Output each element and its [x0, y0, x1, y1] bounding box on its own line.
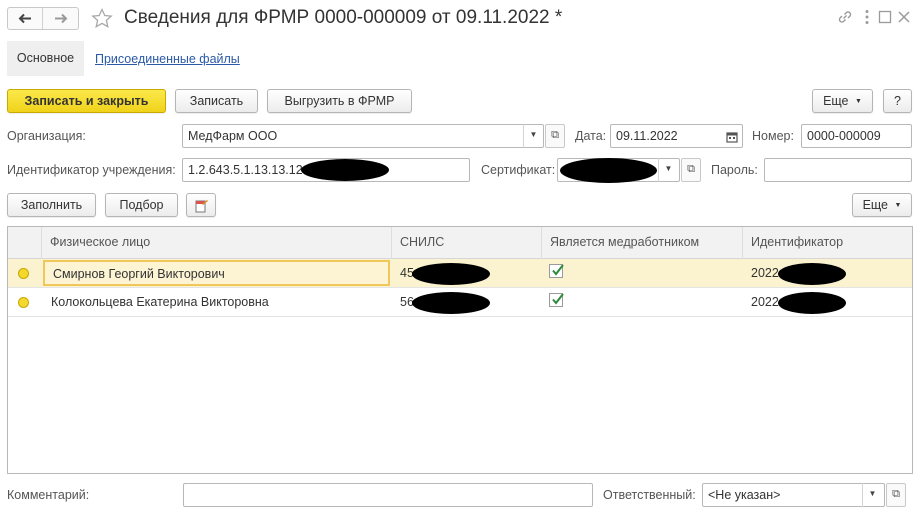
- table-header: Физическое лицо СНИЛС Является медработн…: [8, 227, 912, 259]
- save-button[interactable]: Записать: [175, 89, 258, 113]
- institution-id-label: Идентификатор учреждения:: [7, 163, 176, 177]
- forward-button[interactable]: [43, 8, 78, 29]
- redaction-mark: [778, 292, 846, 314]
- number-field[interactable]: 0000-000009: [801, 124, 912, 148]
- help-button[interactable]: ?: [883, 89, 912, 113]
- caret-down-icon: ▼: [854, 97, 862, 105]
- window-title: Сведения для ФРМР 0000-000009 от 09.11.2…: [124, 7, 563, 28]
- more-button-label: Еще: [823, 94, 849, 108]
- close-button[interactable]: [896, 8, 912, 26]
- responsible-label: Ответственный:: [603, 488, 696, 502]
- responsible-field[interactable]: <Не указан>: [702, 483, 885, 507]
- edit-document-button[interactable]: [186, 193, 216, 217]
- more-button[interactable]: Еще ▼: [812, 89, 873, 113]
- caret-down-icon: ▼: [894, 201, 902, 209]
- redaction-mark: [412, 292, 490, 314]
- number-value: 0000-000009: [807, 129, 881, 143]
- open-form-icon: ⧉: [551, 129, 559, 141]
- organization-field[interactable]: МедФарм ООО: [182, 124, 544, 148]
- column-header-snils[interactable]: СНИЛС: [392, 227, 542, 259]
- responsible-dropdown-button[interactable]: ▼: [862, 483, 882, 507]
- redaction-mark: [560, 158, 657, 183]
- calendar-icon: [726, 132, 738, 143]
- checkmark-icon: [552, 264, 564, 276]
- link-icon: [838, 11, 852, 23]
- caret-down-icon: ▼: [664, 164, 673, 173]
- caret-down-icon: ▼: [529, 130, 538, 139]
- fill-button[interactable]: Заполнить: [7, 193, 96, 217]
- table-more-button[interactable]: Еще ▼: [852, 193, 912, 217]
- save-and-close-button[interactable]: Записать и закрыть: [7, 89, 166, 113]
- nav-group: [7, 7, 79, 30]
- certificate-label: Сертификат:: [481, 163, 556, 177]
- star-icon: [91, 7, 113, 28]
- person-cell[interactable]: Колокольцева Екатерина Викторовна: [43, 288, 392, 316]
- tab-attached-files[interactable]: Присоединенные файлы: [95, 51, 240, 67]
- redaction-mark: [412, 263, 490, 285]
- maximize-icon: [878, 10, 892, 24]
- caret-down-icon: ▼: [868, 489, 877, 498]
- arrow-left-icon: [18, 13, 31, 24]
- table-row[interactable]: Колокольцева Екатерина Викторовна 56 202…: [8, 288, 912, 317]
- table-row[interactable]: Смирнов Георгий Викторович 45 2022: [8, 259, 912, 288]
- table-more-label: Еще: [862, 198, 888, 212]
- responsible-value: <Не указан>: [708, 488, 781, 502]
- is-medic-checkbox[interactable]: [549, 264, 564, 278]
- staff-table: Физическое лицо СНИЛС Является медработн…: [7, 226, 913, 474]
- open-form-icon: ⧉: [687, 163, 695, 175]
- open-form-icon: ⧉: [892, 488, 900, 500]
- row-status-dot: [18, 268, 29, 279]
- person-cell[interactable]: Смирнов Георгий Викторович: [43, 260, 390, 286]
- link-button[interactable]: [836, 8, 854, 26]
- kebab-menu-icon: [865, 10, 869, 24]
- organization-dropdown-button[interactable]: ▼: [523, 124, 543, 148]
- is-medic-checkbox[interactable]: [549, 293, 564, 307]
- favorite-button[interactable]: [90, 7, 114, 31]
- organization-label: Организация:: [7, 129, 86, 143]
- certificate-dropdown-button[interactable]: ▼: [658, 158, 678, 182]
- column-header-identifier[interactable]: Идентификатор: [743, 227, 912, 259]
- password-label: Пароль:: [711, 163, 758, 177]
- responsible-open-button[interactable]: ⧉: [886, 483, 906, 507]
- comment-field[interactable]: [183, 483, 593, 507]
- back-button[interactable]: [8, 8, 43, 29]
- menu-button[interactable]: [860, 8, 874, 26]
- export-frmr-button[interactable]: Выгрузить в ФРМР: [267, 89, 412, 113]
- edit-document-icon: [195, 199, 208, 213]
- calendar-button[interactable]: [721, 124, 743, 148]
- select-button[interactable]: Подбор: [105, 193, 178, 217]
- number-label: Номер:: [752, 129, 794, 143]
- checkmark-icon: [552, 293, 564, 305]
- date-value: 09.11.2022: [616, 129, 678, 143]
- certificate-open-button[interactable]: ⧉: [681, 158, 701, 182]
- redaction-mark: [778, 263, 846, 285]
- date-label: Дата:: [575, 129, 607, 143]
- comment-label: Комментарий:: [7, 488, 90, 502]
- password-field[interactable]: [764, 158, 912, 182]
- institution-id-value: 1.2.643.5.1.13.13.12: [188, 163, 303, 177]
- row-status-dot: [18, 297, 29, 308]
- maximize-button[interactable]: [877, 8, 893, 26]
- tab-main[interactable]: Основное: [7, 41, 84, 76]
- column-header-is-medic[interactable]: Является медработником: [542, 227, 743, 259]
- arrow-right-icon: [55, 13, 68, 24]
- column-header-person[interactable]: Физическое лицо: [42, 227, 392, 259]
- column-header-marker: [8, 227, 42, 259]
- redaction-mark: [301, 159, 389, 181]
- close-icon: [898, 11, 910, 23]
- organization-value: МедФарм ООО: [188, 129, 278, 143]
- organization-open-button[interactable]: ⧉: [545, 124, 565, 148]
